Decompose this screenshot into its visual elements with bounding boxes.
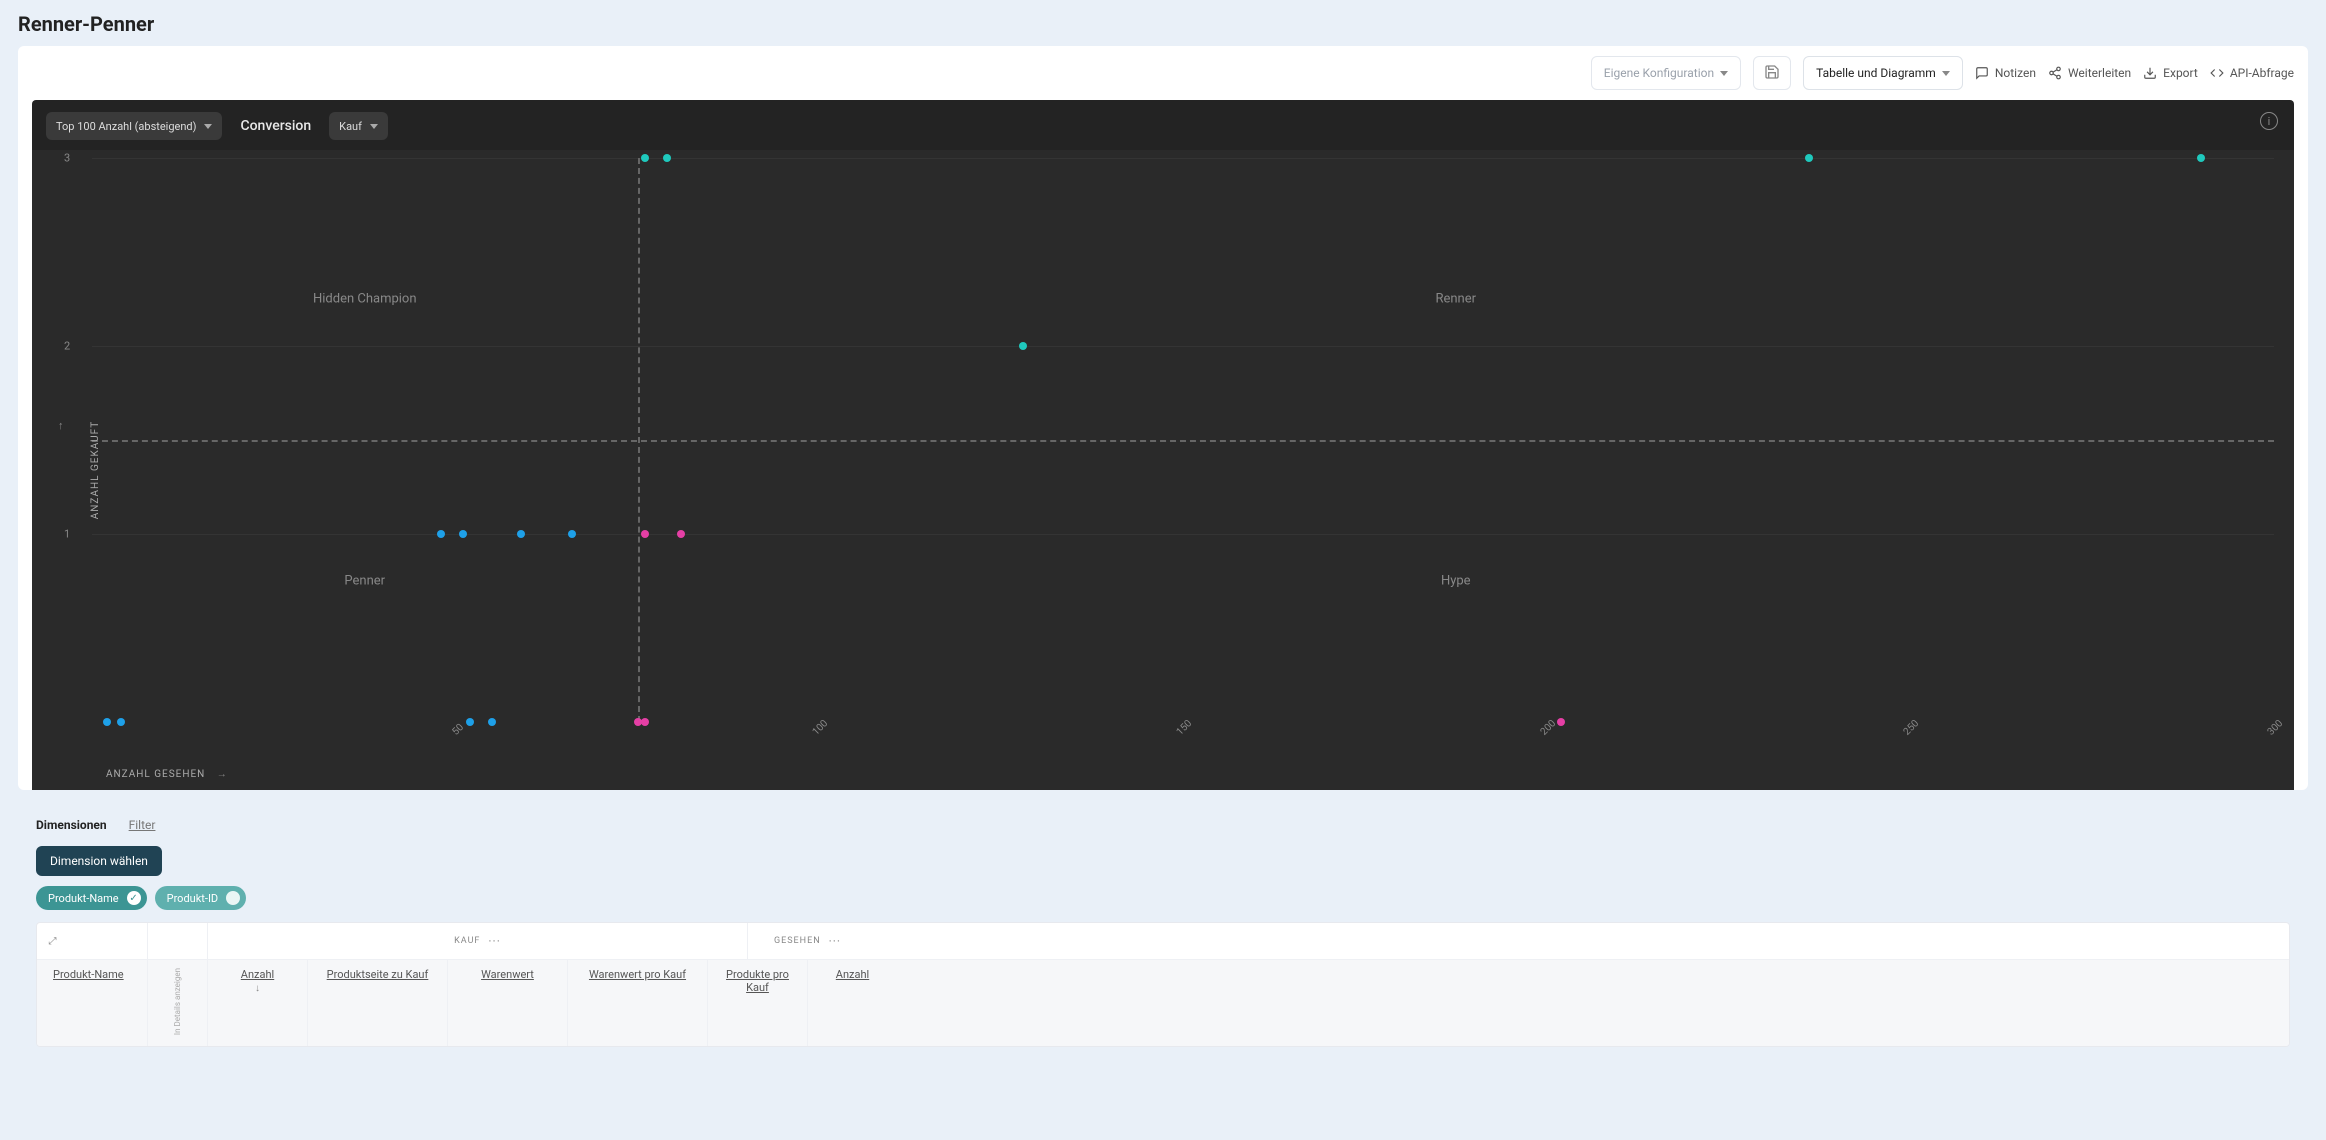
metric-dropdown[interactable]: Kauf bbox=[329, 112, 388, 140]
notes-button[interactable]: Notizen bbox=[1975, 66, 2036, 80]
export-button[interactable]: Export bbox=[2143, 66, 2198, 80]
data-point[interactable] bbox=[677, 530, 685, 538]
x-axis-arrow-icon: → bbox=[217, 769, 228, 780]
x-axis-title: ANZAHL GESEHEN → bbox=[106, 769, 228, 780]
data-point[interactable] bbox=[663, 154, 671, 162]
y-axis-title: ANZAHL GEKAUFT bbox=[90, 421, 101, 520]
share-label: Weiterleiten bbox=[2068, 66, 2131, 80]
data-point[interactable] bbox=[641, 154, 649, 162]
y-axis-arrow-icon: ↑ bbox=[58, 419, 64, 432]
chevron-down-icon bbox=[1720, 71, 1728, 76]
config-label: Eigene Konfiguration bbox=[1604, 66, 1714, 80]
chart-panel: Top 100 Anzahl (absteigend) Conversion K… bbox=[32, 100, 2294, 790]
x-tick-label: 50 bbox=[450, 722, 466, 738]
sort-label: Top 100 Anzahl (absteigend) bbox=[56, 120, 196, 133]
col-gesehen-anzahl[interactable]: Anzahl bbox=[807, 960, 897, 1046]
table-header-columns: Produkt-Name In Details anzeigen Anzahl↓… bbox=[37, 960, 2289, 1046]
group-kauf-more[interactable]: ··· bbox=[488, 934, 500, 948]
group-kauf: KAUF ··· bbox=[207, 923, 747, 959]
col-produktseite-zu-kauf[interactable]: Produktseite zu Kauf bbox=[307, 960, 447, 1046]
group-kauf-label: KAUF bbox=[454, 936, 480, 946]
page-title: Renner-Penner bbox=[18, 12, 2308, 36]
col-warenwert[interactable]: Warenwert bbox=[447, 960, 567, 1046]
col-produkt-name[interactable]: Produkt-Name bbox=[37, 960, 147, 1046]
chart-area: 1 2 3 Hidden Champion Renner Penner Hype ↑ ANZ… bbox=[32, 150, 2294, 790]
toggle-icon bbox=[226, 891, 240, 905]
chevron-down-icon bbox=[204, 124, 212, 129]
api-label: API-Abfrage bbox=[2230, 66, 2294, 80]
data-point[interactable] bbox=[1805, 154, 1813, 162]
group-gesehen-more[interactable]: ··· bbox=[829, 934, 841, 948]
data-point[interactable] bbox=[103, 718, 111, 726]
col-detail: In Details anzeigen bbox=[147, 960, 207, 1046]
notes-label: Notizen bbox=[1995, 66, 2036, 80]
sort-dropdown[interactable]: Top 100 Anzahl (absteigend) bbox=[46, 112, 222, 140]
metric-label: Kauf bbox=[339, 120, 362, 133]
view-mode-dropdown[interactable]: Tabelle und Diagramm bbox=[1803, 56, 1963, 90]
data-point[interactable] bbox=[641, 718, 649, 726]
code-icon bbox=[2210, 66, 2224, 80]
group-detail bbox=[147, 923, 207, 959]
data-point[interactable] bbox=[1019, 342, 1027, 350]
chat-icon bbox=[1975, 66, 1989, 80]
x-axis-ticks: 50100150200250300 bbox=[92, 730, 2274, 752]
group-gesehen-label: GESEHEN bbox=[774, 936, 821, 946]
data-point[interactable] bbox=[2197, 154, 2205, 162]
chart-title: Conversion bbox=[240, 118, 311, 134]
info-icon[interactable]: i bbox=[2260, 112, 2278, 130]
api-button[interactable]: API-Abfrage bbox=[2210, 66, 2294, 80]
download-icon bbox=[2143, 66, 2157, 80]
data-point[interactable] bbox=[568, 530, 576, 538]
save-icon bbox=[1764, 64, 1780, 83]
top-toolbar: Eigene Konfiguration Tabelle und Diagram… bbox=[18, 46, 2308, 100]
quadrant-renner: Renner bbox=[1435, 292, 1476, 307]
y-tick-label: 2 bbox=[64, 340, 70, 353]
chart-header: Top 100 Anzahl (absteigend) Conversion K… bbox=[32, 106, 2294, 150]
dimension-chip[interactable]: Produkt-Name ✓ bbox=[36, 886, 147, 910]
choose-dimension-button[interactable]: Dimension wählen bbox=[36, 846, 162, 876]
chip-label: Produkt-ID bbox=[167, 892, 219, 905]
table-header-groups: ⤢ KAUF ··· GESEHEN ··· bbox=[37, 923, 2289, 960]
data-point[interactable] bbox=[117, 718, 125, 726]
chevron-down-icon bbox=[1942, 71, 1950, 76]
view-mode-label: Tabelle und Diagramm bbox=[1816, 66, 1936, 80]
expand-icon[interactable]: ⤢ bbox=[41, 929, 65, 953]
quadrant-hype: Hype bbox=[1441, 574, 1471, 589]
dimension-chip[interactable]: Produkt-ID bbox=[155, 886, 247, 910]
sort-down-icon: ↓ bbox=[255, 983, 260, 994]
col-produkte-pro-kauf[interactable]: Produkte pro Kauf bbox=[707, 960, 807, 1046]
export-label: Export bbox=[2163, 66, 2198, 80]
tab-filter[interactable]: Filter bbox=[129, 818, 156, 832]
bottom-section: Dimensionen Filter Dimension wählen Prod… bbox=[18, 804, 2308, 1047]
data-point[interactable] bbox=[466, 718, 474, 726]
save-button[interactable] bbox=[1753, 56, 1791, 90]
chip-label: Produkt-Name bbox=[48, 892, 119, 905]
col-anzahl[interactable]: Anzahl↓ bbox=[207, 960, 307, 1046]
col-warenwert-pro-kauf[interactable]: Warenwert pro Kauf bbox=[567, 960, 707, 1046]
chevron-down-icon bbox=[370, 124, 378, 129]
quadrant-penner: Penner bbox=[344, 574, 385, 589]
data-point[interactable] bbox=[459, 530, 467, 538]
share-button[interactable]: Weiterleiten bbox=[2048, 66, 2131, 80]
data-point[interactable] bbox=[641, 530, 649, 538]
y-tick-label: 3 bbox=[64, 152, 70, 165]
tabs: Dimensionen Filter bbox=[36, 818, 2290, 832]
group-gesehen: GESEHEN ··· bbox=[747, 923, 867, 959]
data-point[interactable] bbox=[437, 530, 445, 538]
group-empty: ⤢ bbox=[37, 923, 147, 959]
config-dropdown[interactable]: Eigene Konfiguration bbox=[1591, 56, 1741, 90]
x-axis-label: ANZAHL GESEHEN bbox=[106, 769, 205, 780]
scatter-plot[interactable]: 123Hidden ChampionRennerPennerHype bbox=[92, 158, 2274, 722]
share-icon bbox=[2048, 66, 2062, 80]
quadrant-hidden-champion: Hidden Champion bbox=[313, 292, 417, 307]
tab-dimensions[interactable]: Dimensionen bbox=[36, 818, 107, 832]
main-card: Eigene Konfiguration Tabelle und Diagram… bbox=[18, 46, 2308, 790]
y-tick-label: 1 bbox=[64, 528, 70, 541]
data-table: ⤢ KAUF ··· GESEHEN ··· Produkt-Name In D… bbox=[36, 922, 2290, 1047]
check-icon: ✓ bbox=[127, 891, 141, 905]
data-point[interactable] bbox=[517, 530, 525, 538]
data-point[interactable] bbox=[488, 718, 496, 726]
dimension-chips: Produkt-Name ✓ Produkt-ID bbox=[36, 886, 2290, 910]
